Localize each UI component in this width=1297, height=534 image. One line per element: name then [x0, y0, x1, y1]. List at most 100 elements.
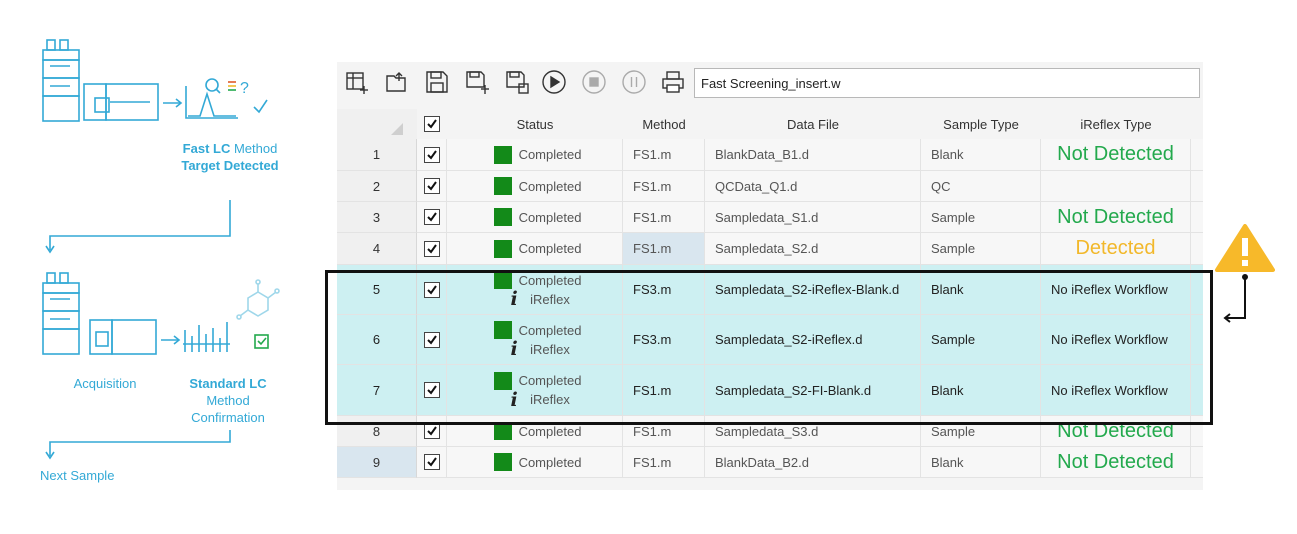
status-text: Completed	[518, 209, 582, 225]
row-checkbox[interactable]	[423, 382, 440, 398]
sample-type-cell[interactable]: Sample	[921, 233, 1041, 265]
completed-status-icon	[493, 208, 512, 226]
new-worklist-button[interactable]	[343, 68, 371, 96]
table-row[interactable]: 6 Completed i iReflex FS3.m Sampledata_S2-iRe…	[337, 315, 1203, 365]
header-data-file[interactable]: Data File	[705, 109, 921, 139]
chromatogram-icon: ?	[185, 78, 268, 119]
ireflex-type-text: No iReflex Workflow	[1051, 332, 1168, 347]
method-cell[interactable]: FS1.m	[623, 365, 705, 416]
table-header: Status Method Data File Sample Type iRef…	[337, 109, 1203, 139]
step1-line2-text: Target Detected	[181, 158, 279, 173]
sample-type-cell[interactable]: Sample	[921, 202, 1041, 233]
row-checkbox[interactable]	[423, 146, 440, 163]
row-end-cell	[1191, 265, 1203, 315]
status-cell: Completed	[447, 447, 623, 478]
row-checkbox-cell[interactable]	[417, 365, 447, 416]
method-cell[interactable]: FS1.m	[623, 139, 705, 171]
table-row[interactable]: 9 Completed FS1.m BlankData_B2.d Blank Not De…	[337, 447, 1203, 478]
acquisition-label: Acquisition	[73, 376, 137, 391]
data-file-cell[interactable]: QCData_Q1.d	[705, 171, 921, 202]
ireflex-type-cell: No iReflex Workflow	[1041, 315, 1191, 365]
header-method[interactable]: Method	[623, 109, 705, 139]
ireflex-type-cell: Not Detected	[1041, 447, 1191, 478]
method-cell[interactable]: FS1.m	[623, 202, 705, 233]
check-icon	[426, 243, 437, 254]
row-checkbox-cell[interactable]	[417, 416, 447, 447]
data-file-cell[interactable]: Sampledata_S2-FI-Blank.d	[705, 365, 921, 416]
header-sample-type[interactable]: Sample Type	[921, 109, 1041, 139]
status-cell: Completed	[447, 233, 623, 265]
sample-type-cell[interactable]: Sample	[921, 416, 1041, 447]
data-file-cell[interactable]: Sampledata_S2.d	[705, 233, 921, 265]
row-checkbox[interactable]	[423, 423, 440, 439]
sample-type-cell[interactable]: Blank	[921, 139, 1041, 171]
row-checkbox[interactable]	[423, 178, 440, 194]
table-row[interactable]: 2 Completed FS1.m QCData_Q1.d QC	[337, 171, 1203, 202]
header-status[interactable]: Status	[447, 109, 623, 139]
status-text: Completed	[518, 373, 582, 388]
status-cell: Completed i iReflex	[447, 265, 623, 315]
row-checkbox-cell[interactable]	[417, 202, 447, 233]
row-checkbox-cell[interactable]	[417, 265, 447, 315]
method-cell[interactable]: FS1.m	[623, 171, 705, 202]
open-button[interactable]	[383, 68, 411, 96]
row-number: 8	[337, 416, 417, 447]
run-button[interactable]	[540, 68, 568, 96]
completed-status-icon	[493, 321, 512, 339]
table-row[interactable]: 5 Completed i iReflex FS3.m Sampledata_S2-iRe…	[337, 265, 1203, 315]
row-checkbox[interactable]	[423, 281, 440, 298]
sample-type-cell[interactable]: Blank	[921, 265, 1041, 315]
row-checkbox-cell[interactable]	[417, 447, 447, 478]
row-end-cell	[1191, 171, 1203, 202]
ireflex-type-text: Detected	[1075, 237, 1156, 259]
sample-type-cell[interactable]: QC	[921, 171, 1041, 202]
table-row[interactable]: 3 Completed FS1.m Sampledata_S1.d Sample Not …	[337, 202, 1203, 233]
completed-status-icon	[493, 177, 512, 195]
info-icon: i	[510, 338, 518, 360]
data-file-cell[interactable]: BlankData_B2.d	[705, 447, 921, 478]
row-checkbox-cell[interactable]	[417, 139, 447, 171]
select-all-checkbox[interactable]	[417, 109, 447, 139]
table-row[interactable]: 7 Completed i iReflex FS1.m Sampledata_S2-FI-…	[337, 365, 1203, 416]
sample-type-cell[interactable]: Blank	[921, 365, 1041, 416]
row-checkbox[interactable]	[423, 331, 440, 348]
save-button[interactable]	[423, 68, 451, 96]
sample-type-cell[interactable]: Blank	[921, 447, 1041, 478]
row-number: 7	[337, 365, 417, 416]
method-cell[interactable]: FS1.m	[623, 233, 705, 265]
info-icon: i	[510, 388, 518, 411]
data-file-cell[interactable]: Sampledata_S2-iReflex.d	[705, 315, 921, 365]
completed-status-icon	[493, 239, 512, 258]
stop-button[interactable]	[580, 68, 608, 96]
table-row[interactable]: 8 Completed FS1.m Sampledata_S3.d Sample Not …	[337, 416, 1203, 447]
check-icon	[426, 426, 437, 436]
row-checkbox-cell[interactable]	[417, 171, 447, 202]
method-cell[interactable]: FS3.m	[623, 315, 705, 365]
row-checkbox-cell[interactable]	[417, 233, 447, 265]
method-cell[interactable]: FS1.m	[623, 416, 705, 447]
row-checkbox[interactable]	[423, 209, 440, 225]
row-end-cell	[1191, 365, 1203, 416]
save-icon	[426, 71, 448, 93]
method-cell[interactable]: FS3.m	[623, 265, 705, 315]
data-file-cell[interactable]: Sampledata_S1.d	[705, 202, 921, 233]
data-file-cell[interactable]: Sampledata_S2-iReflex-Blank.d	[705, 265, 921, 315]
checkbox[interactable]	[424, 116, 440, 132]
worklist-filename-field[interactable]: Fast Screening_insert.w	[694, 68, 1200, 98]
method-cell[interactable]: FS1.m	[623, 447, 705, 478]
save-as-button[interactable]	[503, 68, 531, 96]
ireflex-type-text: Not Detected	[1057, 450, 1174, 473]
data-file-cell[interactable]: BlankData_B1.d	[705, 139, 921, 171]
data-file-cell[interactable]: Sampledata_S3.d	[705, 416, 921, 447]
header-ireflex-type[interactable]: iReflex Type	[1041, 109, 1191, 139]
grid-add-icon	[346, 72, 368, 94]
row-checkbox[interactable]	[423, 240, 440, 257]
save-add-button[interactable]	[463, 68, 491, 96]
table-row[interactable]: 4 Completed FS1.m Sampledata_S2.d Sample Dete…	[337, 233, 1203, 265]
table-row[interactable]: 1 Completed FS1.m BlankData_B1.d Blank Not De…	[337, 139, 1203, 171]
row-checkbox[interactable]	[423, 454, 440, 470]
sample-type-cell[interactable]: Sample	[921, 315, 1041, 365]
row-checkbox-cell[interactable]	[417, 315, 447, 365]
pause-button[interactable]	[620, 68, 648, 96]
print-button[interactable]	[659, 68, 687, 96]
